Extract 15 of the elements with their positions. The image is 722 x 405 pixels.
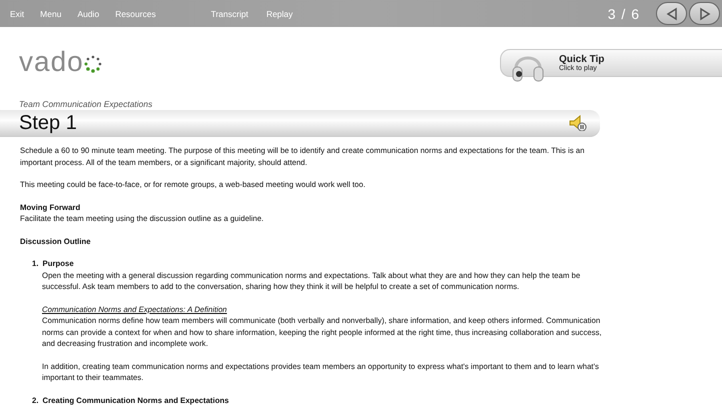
menu-link[interactable]: Transcript — [210, 8, 248, 18]
left-triangle-icon — [664, 6, 678, 20]
menu-link[interactable]: Exit — [10, 8, 24, 18]
right-triangle-icon — [698, 6, 712, 20]
menu-link[interactable]: Resources — [115, 8, 156, 18]
previous-button[interactable] — [656, 2, 687, 25]
speaker-icon[interactable] — [569, 115, 587, 131]
step-title: Step 1 — [19, 112, 77, 134]
menu-link[interactable]: Audio — [77, 8, 100, 18]
section-title: Team Communication Expectations — [18, 99, 154, 110]
menu-link[interactable]: Menu — [40, 8, 62, 18]
menu-link[interactable]: Replay — [266, 8, 293, 18]
logo-text: vado — [19, 47, 84, 77]
next-button[interactable] — [689, 2, 720, 25]
page-counter: 3 / 6 — [608, 6, 640, 22]
